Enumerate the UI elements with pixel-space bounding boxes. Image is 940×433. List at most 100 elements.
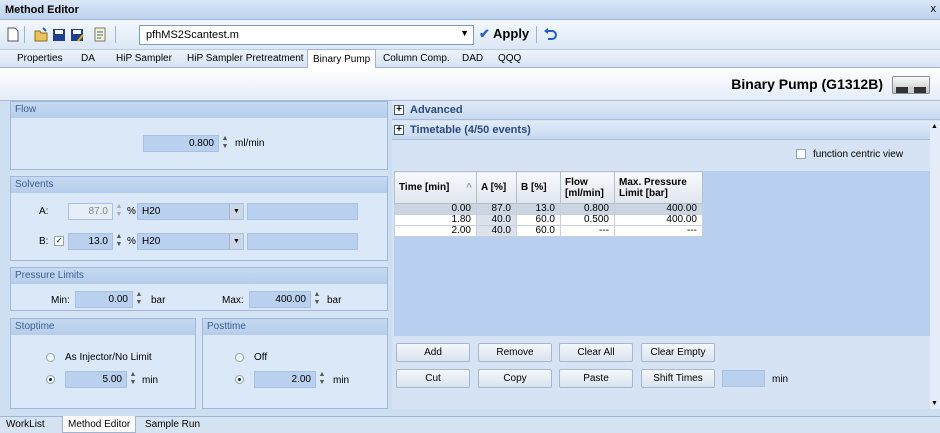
timetable-section-header[interactable]: + Timetable (4/50 events) — [392, 121, 940, 140]
table-cell[interactable]: 60.0 — [516, 225, 561, 237]
table-cell[interactable]: 1.80 — [394, 214, 477, 226]
shift-times-unit: min — [772, 374, 789, 385]
timetable-label: Timetable (4/50 events) — [410, 124, 531, 136]
stoptime-value-radio[interactable] — [46, 375, 55, 384]
chevron-down-icon[interactable]: ▼ — [229, 234, 243, 249]
table-cell[interactable]: 40.0 — [476, 214, 517, 226]
table-row[interactable]: 2.00 40.0 60.0 --- --- — [394, 225, 703, 237]
tab-sample-run[interactable]: Sample Run — [145, 419, 200, 430]
flow-input[interactable]: 0.800 — [143, 135, 219, 152]
pressure-max-input[interactable]: 400.00 — [249, 291, 311, 308]
pressure-min-input[interactable]: 0.00 — [75, 291, 133, 308]
save-icon[interactable] — [52, 27, 66, 42]
flow-unit: ml/min — [235, 138, 265, 149]
advanced-section-header[interactable]: + Advanced — [392, 101, 940, 120]
settings-pane: Flow 0.800 ▲ ▼ ml/min Solvents A: 87.0 ▲ ▼… — [10, 101, 388, 409]
table-cell[interactable]: 400.00 — [614, 203, 703, 215]
save-as-icon[interactable] — [70, 27, 84, 42]
posttime-input[interactable]: 2.00 — [254, 371, 316, 388]
tab-dad[interactable]: DAD — [462, 53, 483, 64]
open-icon[interactable] — [34, 27, 48, 42]
table-cell[interactable]: 87.0 — [476, 203, 517, 215]
spin-arrows-icon[interactable]: ▲ ▼ — [220, 135, 230, 152]
table-cell[interactable]: 0.500 — [560, 214, 615, 226]
solvent-a-percent: 87.0 — [68, 203, 113, 220]
tab-binary-pump[interactable]: Binary Pump — [307, 49, 377, 68]
stoptime-title: Stoptime — [11, 319, 195, 335]
tab-qqq[interactable]: QQQ — [498, 53, 521, 64]
table-cell[interactable]: --- — [560, 225, 615, 237]
solvent-a-select[interactable]: H20 ▼ — [137, 203, 244, 220]
tab-hip-sampler-pretreatment[interactable]: HiP Sampler Pretreatment — [187, 53, 304, 64]
table-cell[interactable]: 40.0 — [476, 225, 517, 237]
solvent-b-select[interactable]: H20 ▼ — [137, 233, 244, 250]
paste-button[interactable]: Paste — [559, 369, 633, 388]
vertical-scrollbar[interactable]: ▲ ▼ — [930, 121, 940, 409]
checkmark-icon: ✔ — [479, 26, 490, 41]
percent-label: % — [127, 236, 136, 247]
spin-arrows-icon[interactable]: ▲ ▼ — [312, 291, 322, 308]
spin-arrows-icon[interactable]: ▲ ▼ — [128, 371, 138, 388]
cut-button[interactable]: Cut — [396, 369, 470, 388]
expand-icon[interactable]: + — [394, 125, 404, 135]
solvents-group: Solvents A: 87.0 ▲ ▼ % H20 ▼ B: ✓ 13.0 ▲ ▼… — [10, 176, 388, 261]
audit-icon[interactable] — [93, 27, 107, 42]
column-header-time[interactable]: Time [min] ^ — [394, 171, 477, 204]
column-header-a[interactable]: A [%] — [476, 171, 517, 204]
posttime-value-radio[interactable] — [235, 375, 244, 384]
shift-times-input[interactable] — [722, 370, 765, 387]
sort-icon: ^ — [466, 182, 472, 193]
remove-button[interactable]: Remove — [478, 343, 552, 362]
shift-times-button[interactable]: Shift Times — [641, 369, 715, 388]
column-header-flow[interactable]: Flow [ml/min] — [560, 171, 615, 204]
tab-column-comp[interactable]: Column Comp. — [383, 53, 450, 64]
clear-all-button[interactable]: Clear All — [559, 343, 633, 362]
stoptime-unit: min — [142, 375, 159, 386]
column-header-b[interactable]: B [%] — [516, 171, 561, 204]
scroll-down-icon[interactable]: ▼ — [931, 400, 938, 407]
table-cell[interactable]: 2.00 — [394, 225, 477, 237]
solvent-b-comment[interactable] — [247, 233, 358, 250]
table-row[interactable]: 0.00 87.0 13.0 0.800 400.00 — [394, 203, 703, 215]
spin-arrows-icon[interactable]: ▲ ▼ — [134, 291, 144, 308]
spin-arrows-icon: ▲ ▼ — [115, 203, 123, 218]
clear-empty-button[interactable]: Clear Empty — [641, 343, 715, 362]
table-cell[interactable]: 0.00 — [394, 203, 477, 215]
add-button[interactable]: Add — [396, 343, 470, 362]
chevron-down-icon[interactable]: ▼ — [229, 204, 243, 219]
posttime-off-radio[interactable] — [235, 353, 244, 362]
solvent-a-comment[interactable] — [247, 203, 358, 220]
undo-icon[interactable] — [543, 27, 557, 42]
column-header-max-pressure[interactable]: Max. Pressure Limit [bar] — [614, 171, 703, 204]
solvent-b-checkbox[interactable]: ✓ — [54, 236, 64, 246]
stoptime-input[interactable]: 5.00 — [65, 371, 127, 388]
new-icon[interactable] — [6, 27, 20, 42]
copy-button[interactable]: Copy — [478, 369, 552, 388]
close-button[interactable]: x — [931, 3, 937, 15]
table-cell[interactable]: 13.0 — [516, 203, 561, 215]
pressure-limits-group: Pressure Limits Min: 0.00 ▲ ▼ bar Max: 40… — [10, 267, 388, 311]
method-selector[interactable]: pfhMS2Scantest.m ▼ — [139, 25, 474, 45]
table-cell[interactable]: 60.0 — [516, 214, 561, 226]
table-cell[interactable]: 400.00 — [614, 214, 703, 226]
solvents-group-title: Solvents — [11, 177, 387, 193]
tab-method-editor[interactable]: Method Editor — [62, 416, 137, 433]
posttime-group: Posttime Off 2.00 ▲ ▼ min — [202, 318, 388, 409]
scroll-up-icon[interactable]: ▲ — [931, 123, 938, 130]
tab-properties[interactable]: Properties — [17, 53, 63, 64]
table-cell[interactable]: 0.800 — [560, 203, 615, 215]
spin-arrows-icon[interactable]: ▲ ▼ — [317, 371, 327, 388]
solvent-b-name: H20 — [142, 236, 161, 247]
apply-button[interactable]: ✔ Apply — [479, 26, 529, 44]
tab-hip-sampler[interactable]: HiP Sampler — [116, 53, 172, 64]
stoptime-no-limit-radio[interactable] — [46, 353, 55, 362]
table-cell[interactable]: --- — [614, 225, 703, 237]
chevron-down-icon[interactable]: ▼ — [460, 28, 469, 38]
table-row[interactable]: 1.80 40.0 60.0 0.500 400.00 — [394, 214, 703, 226]
solvent-b-percent[interactable]: 13.0 — [68, 233, 113, 250]
expand-icon[interactable]: + — [394, 105, 404, 115]
function-centric-checkbox[interactable] — [796, 149, 806, 159]
spin-arrows-icon[interactable]: ▲ ▼ — [114, 233, 124, 250]
tab-da[interactable]: DA — [81, 53, 95, 64]
tab-worklist[interactable]: WorkList — [6, 419, 45, 430]
